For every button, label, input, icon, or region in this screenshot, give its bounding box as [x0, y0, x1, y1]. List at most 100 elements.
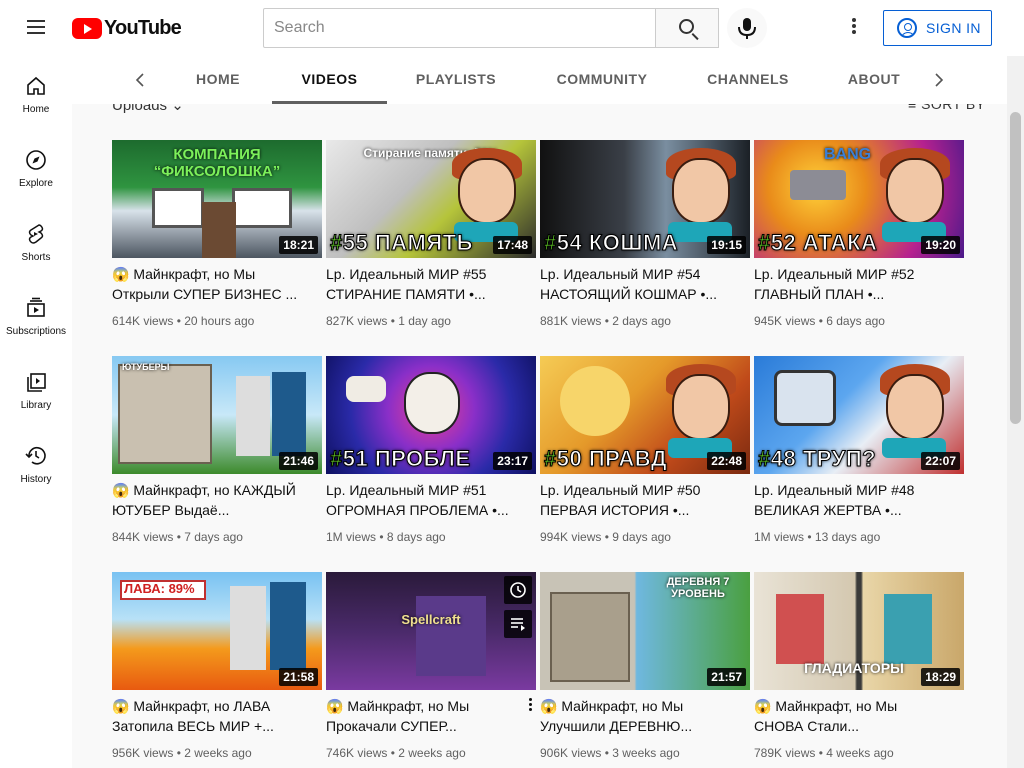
video-title[interactable]: 😱 Майнкрафт, но Мы СНОВА Стали... — [754, 696, 950, 736]
tab-home[interactable]: HOME — [186, 56, 250, 104]
tab-channels[interactable]: CHANNELS — [702, 56, 794, 104]
account-icon — [897, 18, 917, 38]
search-button[interactable] — [655, 8, 719, 48]
tabs-scroll-left-icon[interactable] — [128, 68, 152, 92]
video-metadata: 1M views • 13 days ago — [754, 530, 881, 544]
video-title[interactable]: Lp. Идеальный МИР #50 ПЕРВАЯ ИСТОРИЯ •..… — [540, 480, 736, 520]
youtube-logo[interactable]: YouTube — [72, 16, 182, 40]
sidebar-item-history[interactable]: History — [0, 426, 72, 500]
video-thumbnail[interactable]: #50 ПРАВД 22:48 — [540, 356, 750, 474]
video-card[interactable]: ДЕРЕВНЯ 7 УРОВЕНЬ 21:57 😱 Майнкрафт, но … — [540, 572, 752, 768]
sidebar-item-library[interactable]: Library — [0, 352, 72, 426]
video-grid: Uploads ⌄ ≡ SORT BY КОМПАНИЯ “ФИКСОЛОШКА… — [72, 104, 1007, 768]
video-duration: 17:48 — [493, 236, 532, 254]
video-thumbnail[interactable]: ДЕРЕВНЯ 7 УРОВЕНЬ 21:57 — [540, 572, 750, 690]
play-logo-icon — [72, 17, 102, 39]
video-duration: 21:58 — [279, 668, 318, 686]
video-thumbnail[interactable]: ГЛАДИАТОРЫ 18:29 — [754, 572, 964, 690]
add-to-queue-button[interactable] — [504, 610, 532, 638]
video-metadata: 746K views • 2 weeks ago — [326, 746, 466, 760]
sort-by-button[interactable]: ≡ SORT BY — [908, 104, 986, 112]
watch-later-button[interactable] — [504, 576, 532, 604]
scrollbar-thumb[interactable] — [1010, 112, 1021, 424]
video-card[interactable]: ГЛАДИАТОРЫ 18:29 😱 Майнкрафт, но Мы СНОВ… — [754, 572, 966, 768]
video-more-icon[interactable] — [522, 696, 538, 716]
video-card[interactable]: Стирание памяти: 76% #55 ПАМЯТЬ 17:48 Lp… — [326, 140, 538, 350]
sidebar-item-explore[interactable]: Explore — [0, 130, 72, 204]
video-thumbnail[interactable]: Spellcraft — [326, 572, 536, 690]
compass-icon — [26, 150, 46, 170]
video-metadata: 827K views • 1 day ago — [326, 314, 451, 328]
thumbnail-episode-text: #54 КОШМА — [544, 230, 679, 256]
thumbnail-episode-text: #52 АТАКА — [758, 230, 878, 256]
chevron-down-icon: ⌄ — [171, 104, 184, 114]
video-metadata: 789K views • 4 weeks ago — [754, 746, 894, 760]
microphone-icon — [738, 18, 756, 39]
video-metadata: 844K views • 7 days ago — [112, 530, 243, 544]
video-metadata: 956K views • 2 weeks ago — [112, 746, 252, 760]
thumbnail-episode-text: #55 ПАМЯТЬ — [330, 230, 473, 256]
library-icon — [27, 373, 46, 392]
video-duration: 21:57 — [707, 668, 746, 686]
queue-icon — [511, 618, 525, 631]
video-title[interactable]: 😱 Майнкрафт, но Мы Открыли СУПЕР БИЗНЕС … — [112, 264, 308, 304]
sidebar-item-subscriptions[interactable]: Subscriptions — [0, 278, 72, 352]
video-metadata: 906K views • 3 weeks ago — [540, 746, 680, 760]
tab-community[interactable]: COMMUNITY — [550, 56, 654, 104]
video-title[interactable]: 😱 Майнкрафт, но Мы Прокачали СУПЕР... — [326, 696, 522, 736]
video-metadata: 614K views • 20 hours ago — [112, 314, 255, 328]
subscriptions-icon — [27, 297, 45, 317]
video-title[interactable]: 😱 Майнкрафт, но Мы Улучшили ДЕРЕВНЮ... — [540, 696, 736, 736]
video-card[interactable]: #54 КОШМА 19:15 Lp. Идеальный МИР #54 НА… — [540, 140, 752, 350]
tab-about[interactable]: ABOUT — [844, 56, 904, 104]
video-title[interactable]: Lp. Идеальный МИР #54 НАСТОЯЩИЙ КОШМАР •… — [540, 264, 736, 304]
uploads-dropdown[interactable]: Uploads ⌄ — [112, 104, 184, 114]
page-scrollbar[interactable] — [1007, 56, 1024, 768]
video-card[interactable]: BANG #52 АТАКА 19:20 Lp. Идеальный МИР #… — [754, 140, 966, 350]
video-thumbnail[interactable]: #51 ПРОБЛЕ 23:17 — [326, 356, 536, 474]
sidebar: Home Explore Shorts Subscriptions Librar… — [0, 56, 72, 768]
search-input[interactable] — [263, 8, 656, 48]
video-title[interactable]: 😱 Майнкрафт, но ЛАВА Затопила ВЕСЬ МИР +… — [112, 696, 308, 736]
video-thumbnail[interactable]: ЛАВА: 89% 21:58 — [112, 572, 322, 690]
search-icon — [679, 19, 694, 34]
tab-playlists[interactable]: PLAYLISTS — [410, 56, 502, 104]
video-card[interactable]: #51 ПРОБЛЕ 23:17 Lp. Идеальный МИР #51 О… — [326, 356, 538, 566]
video-thumbnail[interactable]: BANG #52 АТАКА 19:20 — [754, 140, 964, 258]
video-card[interactable]: Spellcraft 😱 Майнкрафт, но Мы Прокачали … — [326, 572, 538, 768]
video-thumbnail[interactable]: #54 КОШМА 19:15 — [540, 140, 750, 258]
video-card[interactable]: #50 ПРАВД 22:48 Lp. Идеальный МИР #50 ПЕ… — [540, 356, 752, 566]
video-duration: 21:46 — [279, 452, 318, 470]
video-title[interactable]: Lp. Идеальный МИР #51 ОГРОМНАЯ ПРОБЛЕМА … — [326, 480, 522, 520]
voice-search-button[interactable] — [727, 8, 767, 48]
tabs-scroll-right-icon[interactable] — [927, 68, 951, 92]
video-card[interactable]: ЛАВА: 89% 21:58 😱 Майнкрафт, но ЛАВА Зат… — [112, 572, 324, 768]
video-thumbnail[interactable]: ЮТУБЕРЫ 21:46 — [112, 356, 322, 474]
video-metadata: 994K views • 9 days ago — [540, 530, 671, 544]
tab-videos[interactable]: VIDEOS — [272, 56, 387, 104]
video-thumbnail[interactable]: #48 ТРУП? 22:07 — [754, 356, 964, 474]
video-title[interactable]: 😱 Майнкрафт, но КАЖДЫЙ ЮТУБЕР Выдаё... — [112, 480, 308, 520]
video-card[interactable]: #48 ТРУП? 22:07 Lp. Идеальный МИР #48 ВЕ… — [754, 356, 966, 566]
video-title[interactable]: Lp. Идеальный МИР #48 ВЕЛИКАЯ ЖЕРТВА •..… — [754, 480, 950, 520]
thumbnail-episode-text: #51 ПРОБЛЕ — [330, 446, 471, 472]
video-title[interactable]: Lp. Идеальный МИР #52 ГЛАВНЫЙ ПЛАН •... — [754, 264, 950, 304]
video-duration: 19:20 — [921, 236, 960, 254]
masthead: YouTube SIGN IN — [0, 0, 1024, 56]
video-duration: 23:17 — [493, 452, 532, 470]
menu-icon[interactable] — [20, 16, 52, 40]
settings-more-icon[interactable] — [840, 16, 868, 40]
sign-in-button[interactable]: SIGN IN — [883, 10, 992, 46]
shorts-icon — [28, 224, 44, 244]
video-card[interactable]: ЮТУБЕРЫ 21:46 😱 Майнкрафт, но КАЖДЫЙ ЮТУ… — [112, 356, 324, 566]
video-title[interactable]: Lp. Идеальный МИР #55 СТИРАНИЕ ПАМЯТИ •.… — [326, 264, 522, 304]
video-thumbnail[interactable]: КОМПАНИЯ “ФИКСОЛОШКА” 18:21 — [112, 140, 322, 258]
video-thumbnail[interactable]: Стирание памяти: 76% #55 ПАМЯТЬ 17:48 — [326, 140, 536, 258]
video-duration: 22:48 — [707, 452, 746, 470]
video-card[interactable]: КОМПАНИЯ “ФИКСОЛОШКА” 18:21 😱 Майнкрафт,… — [112, 140, 324, 350]
video-duration: 19:15 — [707, 236, 746, 254]
thumbnail-episode-text: #48 ТРУП? — [758, 446, 877, 472]
sort-icon: ≡ — [908, 104, 917, 112]
sidebar-item-shorts[interactable]: Shorts — [0, 204, 72, 278]
sidebar-item-home[interactable]: Home — [0, 56, 72, 130]
